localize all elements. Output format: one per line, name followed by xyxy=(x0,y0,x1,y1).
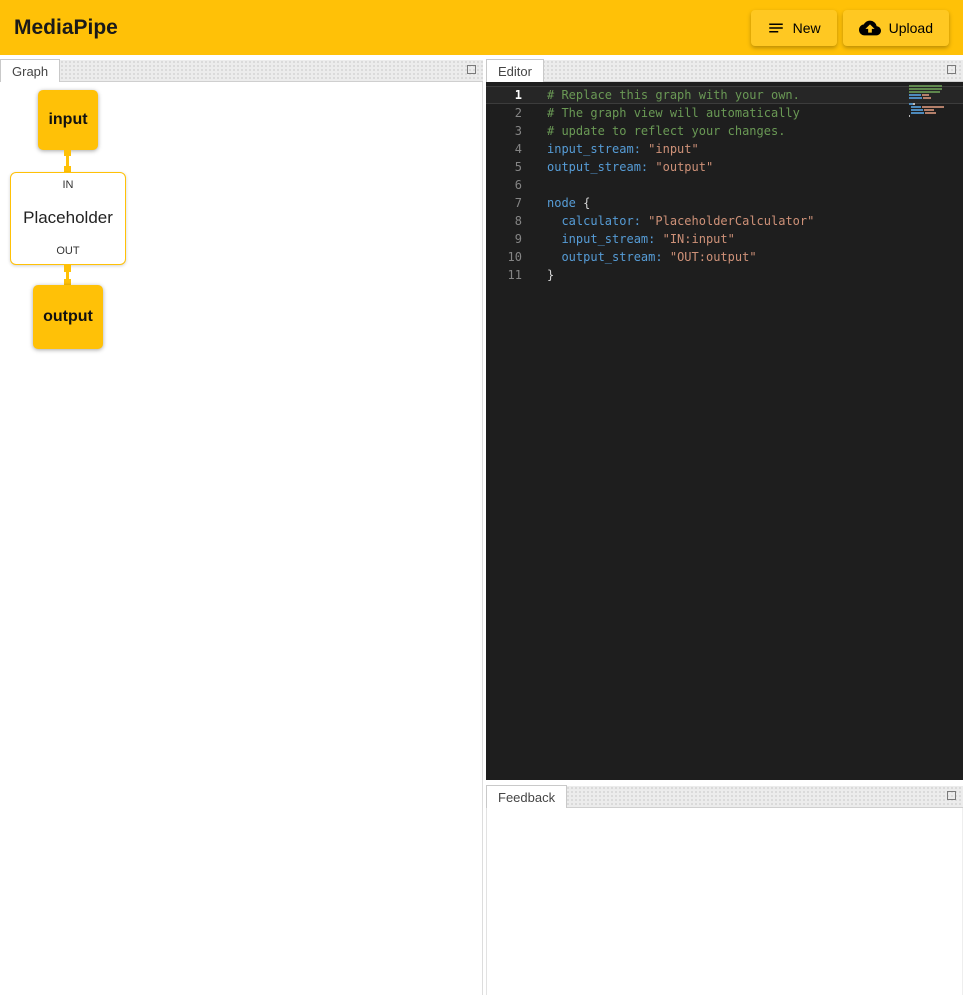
line-code: calculator: "PlaceholderCalculator" xyxy=(547,212,814,230)
line-number: 5 xyxy=(486,158,522,176)
line-code: output_stream: "output" xyxy=(547,158,713,176)
line-code: input_stream: "IN:input" xyxy=(547,230,735,248)
minimap-line xyxy=(909,103,949,105)
code-line[interactable]: 6 xyxy=(486,176,963,194)
minimap-line xyxy=(909,109,949,111)
line-code: } xyxy=(547,266,554,284)
code-line[interactable]: 2 # The graph view will automatically xyxy=(486,104,963,122)
header-actions: New Upload xyxy=(751,10,949,46)
line-number: 9 xyxy=(486,230,522,248)
code-line[interactable]: 5 output_stream: "output" xyxy=(486,158,963,176)
placeholder-title: Placeholder xyxy=(23,208,113,228)
minimap-line xyxy=(909,97,949,99)
graph-node-input-label: input xyxy=(48,111,87,129)
editor-lines: 1 # Replace this graph with your own. 2 # T… xyxy=(486,86,963,284)
line-code: input_stream: "input" xyxy=(547,140,699,158)
app-title: MediaPipe xyxy=(14,16,118,40)
placeholder-out-port-label: OUT xyxy=(56,245,79,257)
code-line[interactable]: 3 # update to reflect your changes. xyxy=(486,122,963,140)
minimap-line xyxy=(909,88,949,90)
graph-node-placeholder[interactable]: IN Placeholder OUT xyxy=(10,172,126,265)
editor-panel: Editor 1 # Replace this graph with your o… xyxy=(486,60,963,780)
line-number: 10 xyxy=(486,248,522,266)
graph-canvas[interactable]: input IN Placeholder OUT output xyxy=(0,82,482,995)
line-number: 11 xyxy=(486,266,522,284)
placeholder-in-port-label: IN xyxy=(63,179,74,191)
editor-maximize-icon[interactable] xyxy=(947,65,956,74)
code-line[interactable]: 8 calculator: "PlaceholderCalculator" xyxy=(486,212,963,230)
upload-button[interactable]: Upload xyxy=(843,10,949,46)
line-number: 8 xyxy=(486,212,522,230)
feedback-panel: Feedback xyxy=(486,786,963,995)
code-line[interactable]: 7 node { xyxy=(486,194,963,212)
line-number: 7 xyxy=(486,194,522,212)
code-line[interactable]: 1 # Replace this graph with your own. xyxy=(486,86,963,104)
minimap-line xyxy=(909,106,949,108)
code-line[interactable]: 4 input_stream: "input" xyxy=(486,140,963,158)
minimap-line xyxy=(909,100,949,102)
minimap-line xyxy=(909,112,949,114)
editor-minimap[interactable] xyxy=(909,85,949,118)
graph-node-input[interactable]: input xyxy=(38,90,98,150)
line-number: 4 xyxy=(486,140,522,158)
minimap-line xyxy=(909,85,949,87)
line-code: # update to reflect your changes. xyxy=(547,122,785,140)
port-placeholder-out xyxy=(64,265,71,272)
line-number: 1 xyxy=(486,86,522,104)
line-number: 2 xyxy=(486,104,522,122)
code-line[interactable]: 9 input_stream: "IN:input" xyxy=(486,230,963,248)
graph-tabbar: Graph xyxy=(0,60,483,82)
graph-panel: Graph input IN Placeholder OUT output xyxy=(0,60,483,995)
editor-content[interactable]: 1 # Replace this graph with your own. 2 # T… xyxy=(486,82,963,780)
feedback-maximize-icon[interactable] xyxy=(947,791,956,800)
tab-feedback[interactable]: Feedback xyxy=(486,785,567,808)
line-number: 3 xyxy=(486,122,522,140)
feedback-content xyxy=(486,808,963,995)
upload-button-label: Upload xyxy=(889,20,933,36)
editor-tabbar: Editor xyxy=(486,60,963,82)
app-header: MediaPipe New Upload xyxy=(0,0,963,55)
line-number: 6 xyxy=(486,176,522,194)
graph-node-output[interactable]: output xyxy=(33,285,103,349)
new-button[interactable]: New xyxy=(751,10,837,46)
line-code: node { xyxy=(547,194,590,212)
line-code: output_stream: "OUT:output" xyxy=(547,248,757,266)
feedback-tabbar: Feedback xyxy=(486,786,963,808)
minimap-line xyxy=(909,115,949,117)
code-line[interactable]: 11} xyxy=(486,266,963,284)
tab-editor[interactable]: Editor xyxy=(486,59,544,82)
code-line[interactable]: 10 output_stream: "OUT:output" xyxy=(486,248,963,266)
line-code: # The graph view will automatically xyxy=(547,104,800,122)
line-code: # Replace this graph with your own. xyxy=(547,86,800,104)
cloud-upload-icon xyxy=(859,17,881,39)
port-input-out xyxy=(64,149,71,156)
graph-panel-content: input IN Placeholder OUT output xyxy=(0,82,483,995)
graph-node-output-label: output xyxy=(43,308,93,326)
menu-lines-icon xyxy=(767,19,785,37)
minimap-line xyxy=(909,94,949,96)
graph-maximize-icon[interactable] xyxy=(467,65,476,74)
new-button-label: New xyxy=(793,20,821,36)
tab-graph[interactable]: Graph xyxy=(0,59,60,82)
minimap-line xyxy=(909,91,949,93)
